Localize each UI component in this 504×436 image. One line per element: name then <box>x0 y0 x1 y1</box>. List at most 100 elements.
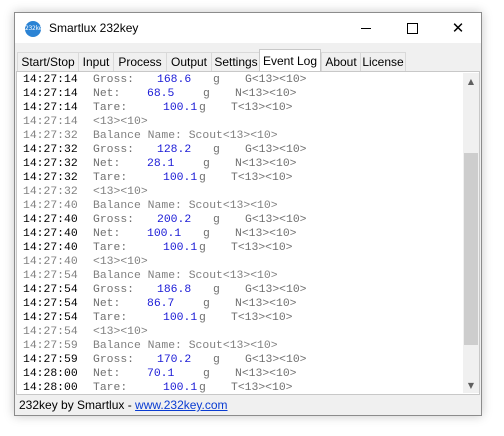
log-label: Tare: <box>93 382 128 393</box>
log-unit: g <box>199 312 206 324</box>
log-label: Balance Name: Scout<13><10> <box>93 270 278 282</box>
log-unit: g <box>199 172 206 184</box>
log-label: Tare: <box>93 312 128 324</box>
tab-event-log[interactable]: Event Log <box>259 49 321 71</box>
log-code: N<13><10> <box>235 88 297 100</box>
website-link[interactable]: www.232key.com <box>135 398 227 412</box>
log-value: 70.1 <box>147 368 175 380</box>
log-code: G<13><10> <box>245 214 307 226</box>
log-unit: g <box>199 382 206 393</box>
log-value: 86.7 <box>147 298 175 310</box>
log-timestamp: 14:27:14 <box>23 116 78 128</box>
log-label: Tare: <box>93 242 128 254</box>
log-value: 28.1 <box>147 158 175 170</box>
log-timestamp: 14:27:54 <box>23 270 78 282</box>
log-unit: g <box>213 214 220 226</box>
app-logo-icon: 232key <box>25 21 45 37</box>
log-code: T<13><10> <box>231 242 293 254</box>
tab-process[interactable]: Process <box>113 52 167 71</box>
log-timestamp: 14:27:40 <box>23 242 78 254</box>
log-label: Gross: <box>93 144 135 156</box>
status-text: 232key by Smartlux - www.232key.com <box>19 395 228 415</box>
log-unit: g <box>203 228 210 240</box>
log-timestamp: 14:28:00 <box>23 382 78 393</box>
log-timestamp: 14:27:54 <box>23 284 78 296</box>
scroll-up-button[interactable]: ▲ <box>463 73 479 89</box>
log-value: 100.1 <box>163 382 198 393</box>
tab-license[interactable]: License <box>360 52 406 71</box>
tab-about[interactable]: About <box>321 52 361 71</box>
log-code: N<13><10> <box>235 298 297 310</box>
log-label: Balance Name: Scout<13><10> <box>93 130 278 142</box>
log-code: N<13><10> <box>235 158 297 170</box>
log-code: G<13><10> <box>245 284 307 296</box>
tab-input[interactable]: Input <box>78 52 114 71</box>
log-code: T<13><10> <box>231 312 293 324</box>
log-timestamp: 14:27:40 <box>23 200 78 212</box>
log-label: Net: <box>93 88 121 100</box>
log-value: 100.1 <box>147 228 182 240</box>
scrollbar-thumb[interactable] <box>464 153 478 345</box>
log-label: Gross: <box>93 284 135 296</box>
log-code: G<13><10> <box>245 144 307 156</box>
tab-start-stop[interactable]: Start/Stop <box>17 52 79 71</box>
tab-bar: Start/Stop Input Process Output Settings… <box>15 49 481 71</box>
vertical-scrollbar[interactable]: ▲ ▼ <box>463 73 479 393</box>
maximize-button[interactable] <box>389 13 435 43</box>
title-bar[interactable]: 232key Smartlux 232key ✕ <box>15 13 481 43</box>
tab-settings[interactable]: Settings <box>211 52 261 71</box>
log-value: 170.2 <box>157 354 192 366</box>
log-label: Gross: <box>93 214 135 226</box>
log-value: 100.1 <box>163 102 198 114</box>
log-label: Tare: <box>93 172 128 184</box>
status-bar: 232key by Smartlux - www.232key.com <box>15 395 481 415</box>
log-timestamp: 14:27:14 <box>23 74 78 86</box>
log-label: Balance Name: Scout<13><10> <box>93 340 278 352</box>
log-code: T<13><10> <box>231 102 293 114</box>
log-unit: g <box>203 158 210 170</box>
close-button[interactable]: ✕ <box>435 13 481 43</box>
log-timestamp: 14:27:32 <box>23 172 78 184</box>
log-unit: g <box>199 242 206 254</box>
log-code: N<13><10> <box>235 368 297 380</box>
app-window: 232key Smartlux 232key ✕ Start/Stop Inpu… <box>14 12 482 416</box>
log-label: Tare: <box>93 102 128 114</box>
tab-output[interactable]: Output <box>166 52 212 71</box>
log-unit: g <box>213 144 220 156</box>
log-code: N<13><10> <box>235 228 297 240</box>
log-code: G<13><10> <box>245 354 307 366</box>
log-label: <13><10> <box>93 326 148 338</box>
scroll-down-button[interactable]: ▼ <box>463 377 479 393</box>
log-timestamp: 14:27:54 <box>23 326 78 338</box>
log-unit: g <box>203 298 210 310</box>
minimize-button[interactable] <box>343 13 389 43</box>
log-label: Net: <box>93 368 121 380</box>
log-label: <13><10> <box>93 256 148 268</box>
log-label: Gross: <box>93 354 135 366</box>
log-value: 200.2 <box>157 214 192 226</box>
log-value: 168.6 <box>157 74 192 86</box>
log-value: 100.1 <box>163 172 198 184</box>
log-timestamp: 14:27:40 <box>23 256 78 268</box>
minimize-icon <box>361 27 371 29</box>
event-log-textbox[interactable]: 14:27:14 Gross: 168.6 g G<13><10> 14:27:14 Net… <box>19 73 463 393</box>
log-timestamp: 14:27:14 <box>23 88 78 100</box>
event-log-panel: 14:27:14 Gross: 168.6 g G<13><10> 14:27:14 Net… <box>16 71 480 395</box>
log-value: 68.5 <box>147 88 175 100</box>
close-icon: ✕ <box>451 18 465 37</box>
scroll-down-arrow-icon: ▼ <box>467 380 475 390</box>
log-unit: g <box>203 88 210 100</box>
log-timestamp: 14:27:54 <box>23 312 78 324</box>
maximize-icon <box>406 22 418 34</box>
log-unit: g <box>213 284 220 296</box>
log-timestamp: 14:27:54 <box>23 298 78 310</box>
log-unit: g <box>213 74 220 86</box>
log-label: Net: <box>93 158 121 170</box>
log-value: 186.8 <box>157 284 192 296</box>
log-label: Net: <box>93 228 121 240</box>
log-label: Balance Name: Scout<13><10> <box>93 200 278 212</box>
log-code: G<13><10> <box>245 74 307 86</box>
log-timestamp: 14:27:32 <box>23 186 78 198</box>
log-code: T<13><10> <box>231 382 293 393</box>
log-value: 128.2 <box>157 144 192 156</box>
